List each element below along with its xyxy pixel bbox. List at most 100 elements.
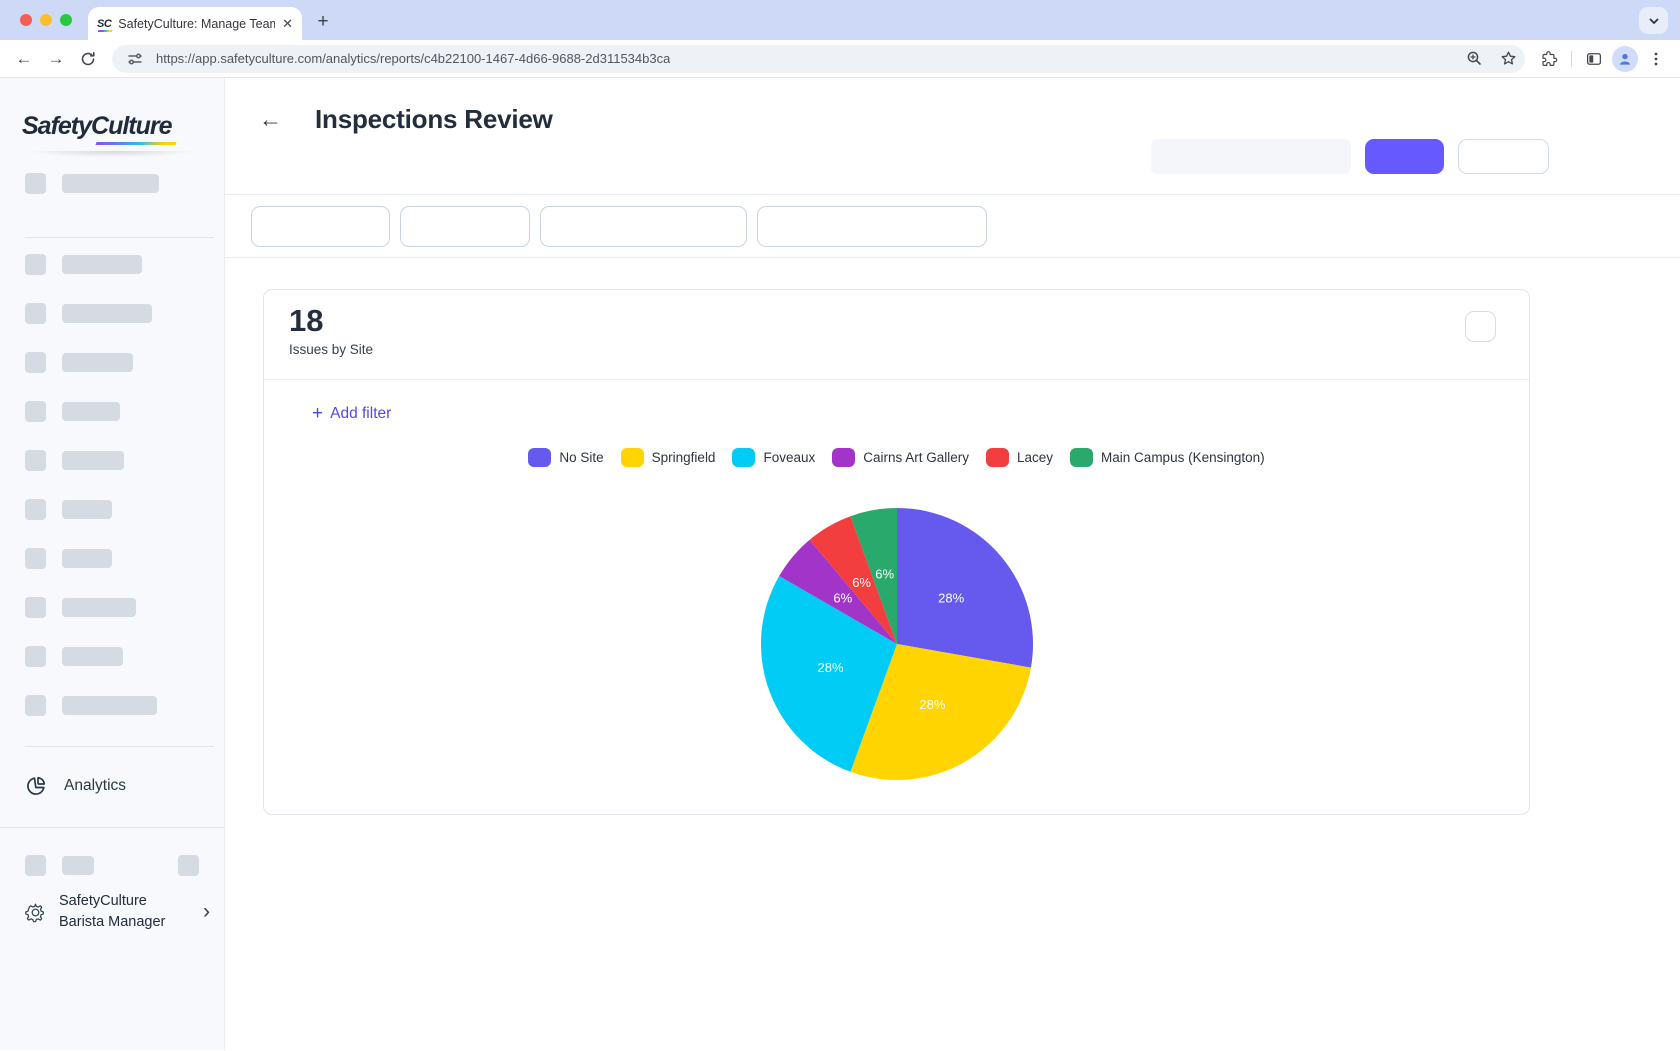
legend-item[interactable]: Springfield [621, 448, 716, 467]
issues-by-site-card: 18 Issues by Site + Add filter No Site Sp… [263, 289, 1530, 815]
skeleton-icon [25, 499, 46, 520]
sidebar-bottom-skeleton [0, 855, 224, 876]
legend-swatch [732, 448, 755, 467]
skeleton-bar [62, 647, 123, 666]
site-settings-icon[interactable] [122, 46, 148, 72]
chevron-right-icon: › [203, 900, 210, 924]
skeleton-bar [62, 598, 136, 617]
minimize-window-button[interactable] [40, 14, 52, 26]
safetyculture-logo: SafetyCulture [0, 78, 224, 145]
skeleton-bar [62, 255, 142, 274]
tab-search-button[interactable] [1639, 7, 1668, 34]
sidebar-skeleton-row [0, 499, 224, 520]
legend-label: Foveaux [763, 450, 815, 465]
person-icon [1617, 51, 1633, 67]
legend-label: Lacey [1017, 450, 1053, 465]
new-tab-button[interactable]: + [310, 9, 336, 35]
pie-percent-label: 6% [875, 566, 894, 581]
sidebar-skeleton-row [0, 401, 224, 422]
sidebar-skeleton-row [0, 597, 224, 618]
app-shell: SafetyCulture Analytics [0, 78, 1680, 1050]
forward-icon[interactable]: → [42, 45, 70, 73]
pie-percent-label: 28% [817, 660, 843, 675]
skeleton-icon [25, 401, 46, 422]
secondary-action-button[interactable] [1458, 139, 1549, 174]
metric-label: Issues by Site [289, 342, 1529, 357]
close-window-button[interactable] [20, 14, 32, 26]
browser-tab[interactable]: SC SafetyCulture: Manage Teams and... ✕ [88, 7, 302, 40]
card-menu-button[interactable] [1465, 311, 1496, 342]
skeleton-bar [62, 353, 133, 372]
main-content: ← Inspections Review 18 Issues by Site [225, 78, 1680, 1050]
pie-percent-label: 28% [938, 591, 964, 606]
sidebar-divider [25, 746, 214, 747]
org-name: SafetyCulture Barista Manager [59, 891, 190, 933]
legend-item[interactable]: Main Campus (Kensington) [1070, 448, 1265, 467]
extensions-icon[interactable] [1535, 45, 1563, 73]
page-title: Inspections Review [315, 104, 553, 135]
skeleton-icon [25, 254, 46, 275]
address-bar[interactable]: https://app.safetyculture.com/analytics/… [112, 45, 1525, 73]
sidebar-skeleton-row [0, 352, 224, 373]
window-controls [20, 14, 72, 26]
legend-label: Main Campus (Kensington) [1101, 450, 1265, 465]
skeleton-icon [25, 695, 46, 716]
skeleton-icon [25, 646, 46, 667]
skeleton-icon [25, 855, 46, 876]
sidebar-skeleton-row [0, 548, 224, 569]
legend-item[interactable]: Cairns Art Gallery [832, 448, 969, 467]
skeleton-icon [25, 597, 46, 618]
url-text: https://app.safetyculture.com/analytics/… [156, 51, 670, 66]
filter-chip[interactable] [540, 206, 747, 247]
legend-swatch [621, 448, 644, 467]
skeleton-icon [25, 352, 46, 373]
legend-label: No Site [559, 450, 603, 465]
logo-gradient-bar [95, 142, 176, 145]
pie-chart[interactable]: 28%28%28%6%6%6% [737, 484, 1057, 804]
skeleton-icon [178, 855, 199, 876]
filter-bar [225, 195, 1680, 258]
profile-avatar[interactable] [1612, 46, 1638, 72]
org-name-line1: SafetyCulture [59, 893, 147, 909]
header-actions [1151, 139, 1549, 174]
pie-percent-label: 28% [919, 697, 945, 712]
maximize-window-button[interactable] [60, 14, 72, 26]
legend-swatch [528, 448, 551, 467]
filter-chip[interactable] [400, 206, 530, 247]
toolbar-divider [1571, 51, 1572, 67]
back-arrow-icon[interactable]: ← [259, 108, 282, 131]
gear-icon [25, 902, 46, 923]
legend-item[interactable]: No Site [528, 448, 603, 467]
filter-chip[interactable] [757, 206, 987, 247]
add-filter-label: Add filter [330, 405, 391, 423]
skeleton-bar [62, 549, 112, 568]
zoom-icon[interactable] [1461, 46, 1487, 72]
header-skeleton-control [1151, 139, 1351, 174]
skeleton-icon [25, 450, 46, 471]
plus-icon: + [312, 403, 323, 425]
sidebar-item-analytics[interactable]: Analytics [0, 775, 224, 797]
primary-action-button[interactable] [1365, 139, 1444, 174]
tab-title: SafetyCulture: Manage Teams and... [118, 17, 275, 31]
pie-slice-0[interactable] [897, 508, 1033, 668]
org-switcher[interactable]: SafetyCulture Barista Manager › [0, 891, 224, 933]
filter-chip[interactable] [251, 206, 390, 247]
skeleton-bar [62, 696, 157, 715]
legend-label: Springfield [652, 450, 716, 465]
sidebar-skeleton-row [0, 450, 224, 471]
back-icon[interactable]: ← [10, 45, 38, 73]
legend-item[interactable]: Foveaux [732, 448, 815, 467]
browser-menu-icon[interactable] [1642, 45, 1670, 73]
side-panel-icon[interactable] [1580, 45, 1608, 73]
sidebar-skeleton-row [0, 646, 224, 667]
card-header: 18 Issues by Site [264, 290, 1529, 380]
chevron-down-icon [1648, 15, 1660, 27]
legend-item[interactable]: Lacey [986, 448, 1053, 467]
add-filter-button[interactable]: + Add filter [312, 403, 391, 425]
legend-swatch [1070, 448, 1093, 467]
sidebar-skeleton-row [0, 254, 224, 275]
tab-close-icon[interactable]: ✕ [282, 16, 293, 32]
metric-value: 18 [289, 303, 1529, 339]
reload-icon[interactable] [74, 45, 102, 73]
bookmark-star-icon[interactable] [1495, 46, 1521, 72]
